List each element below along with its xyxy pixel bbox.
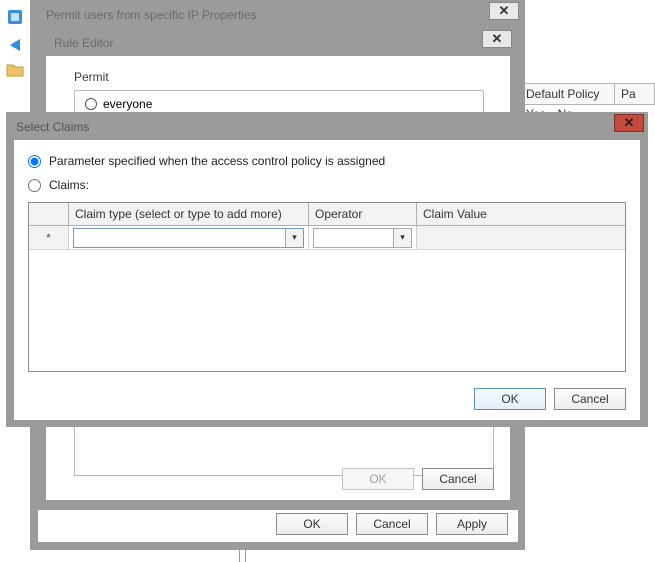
operator-cell[interactable]: ▾ (309, 226, 417, 249)
rule-editor-close-button[interactable]: ✕ (482, 30, 512, 48)
col-operator[interactable]: Operator (309, 203, 417, 225)
claim-type-dropdown[interactable]: ▾ (73, 228, 304, 248)
chevron-down-icon: ▾ (393, 229, 411, 247)
properties-ok-button[interactable]: OK (276, 513, 348, 535)
operator-dropdown[interactable]: ▾ (313, 228, 412, 248)
claims-new-row: * ▾ ▾ (29, 226, 625, 250)
properties-title: Permit users from specific IP Properties (38, 4, 508, 26)
radio-claims-input[interactable] (28, 179, 41, 192)
chevron-down-icon: ▾ (285, 229, 303, 247)
properties-footer: OK Cancel Apply (38, 506, 518, 542)
claim-value-cell[interactable] (417, 226, 625, 249)
claim-type-cell[interactable]: ▾ (69, 226, 309, 249)
select-claims-dialog: Select Claims ✕ Parameter specified when… (6, 112, 648, 427)
col-claim-value[interactable]: Claim Value (417, 203, 625, 225)
app-icon (6, 8, 24, 26)
radio-parameter-label: Parameter specified when the access cont… (49, 154, 385, 168)
radio-claims[interactable]: Claims: (28, 178, 626, 192)
properties-close-button[interactable]: ✕ (489, 2, 519, 20)
radio-parameter-specified[interactable]: Parameter specified when the access cont… (28, 154, 626, 168)
select-claims-title: Select Claims (8, 116, 608, 138)
permit-heading: Permit (74, 70, 494, 84)
radio-parameter-input[interactable] (28, 155, 41, 168)
select-claims-body: Parameter specified when the access cont… (14, 140, 640, 420)
col-claim-type[interactable]: Claim type (select or type to add more) (69, 203, 309, 225)
rule-editor-cancel-button[interactable]: Cancel (422, 468, 494, 490)
claims-table: Claim type (select or type to add more) … (28, 202, 626, 372)
folder-icon[interactable] (6, 62, 24, 80)
select-claims-cancel-button[interactable]: Cancel (554, 388, 626, 410)
grid-col-pa[interactable]: Pa (615, 84, 655, 104)
grid-col-default-policy[interactable]: Default Policy (520, 84, 615, 104)
select-claims-footer: OK Cancel (474, 388, 626, 410)
radio-claims-label: Claims: (49, 178, 89, 192)
select-claims-close-button[interactable]: ✕ (614, 114, 644, 132)
properties-cancel-button[interactable]: Cancel (356, 513, 428, 535)
row-marker: * (29, 226, 69, 249)
select-claims-ok-button[interactable]: OK (474, 388, 546, 410)
rule-editor-footer: OK Cancel (46, 468, 510, 490)
rule-editor-title: Rule Editor (46, 32, 496, 54)
col-marker (29, 203, 69, 225)
properties-apply-button[interactable]: Apply (436, 513, 508, 535)
rule-editor-ok-button[interactable]: OK (342, 468, 414, 490)
everyone-label: everyone (103, 97, 152, 111)
vertical-splitter[interactable] (236, 550, 250, 562)
radio-icon (85, 98, 97, 110)
claims-table-header: Claim type (select or type to add more) … (29, 203, 625, 226)
back-arrow-icon[interactable] (6, 36, 24, 54)
